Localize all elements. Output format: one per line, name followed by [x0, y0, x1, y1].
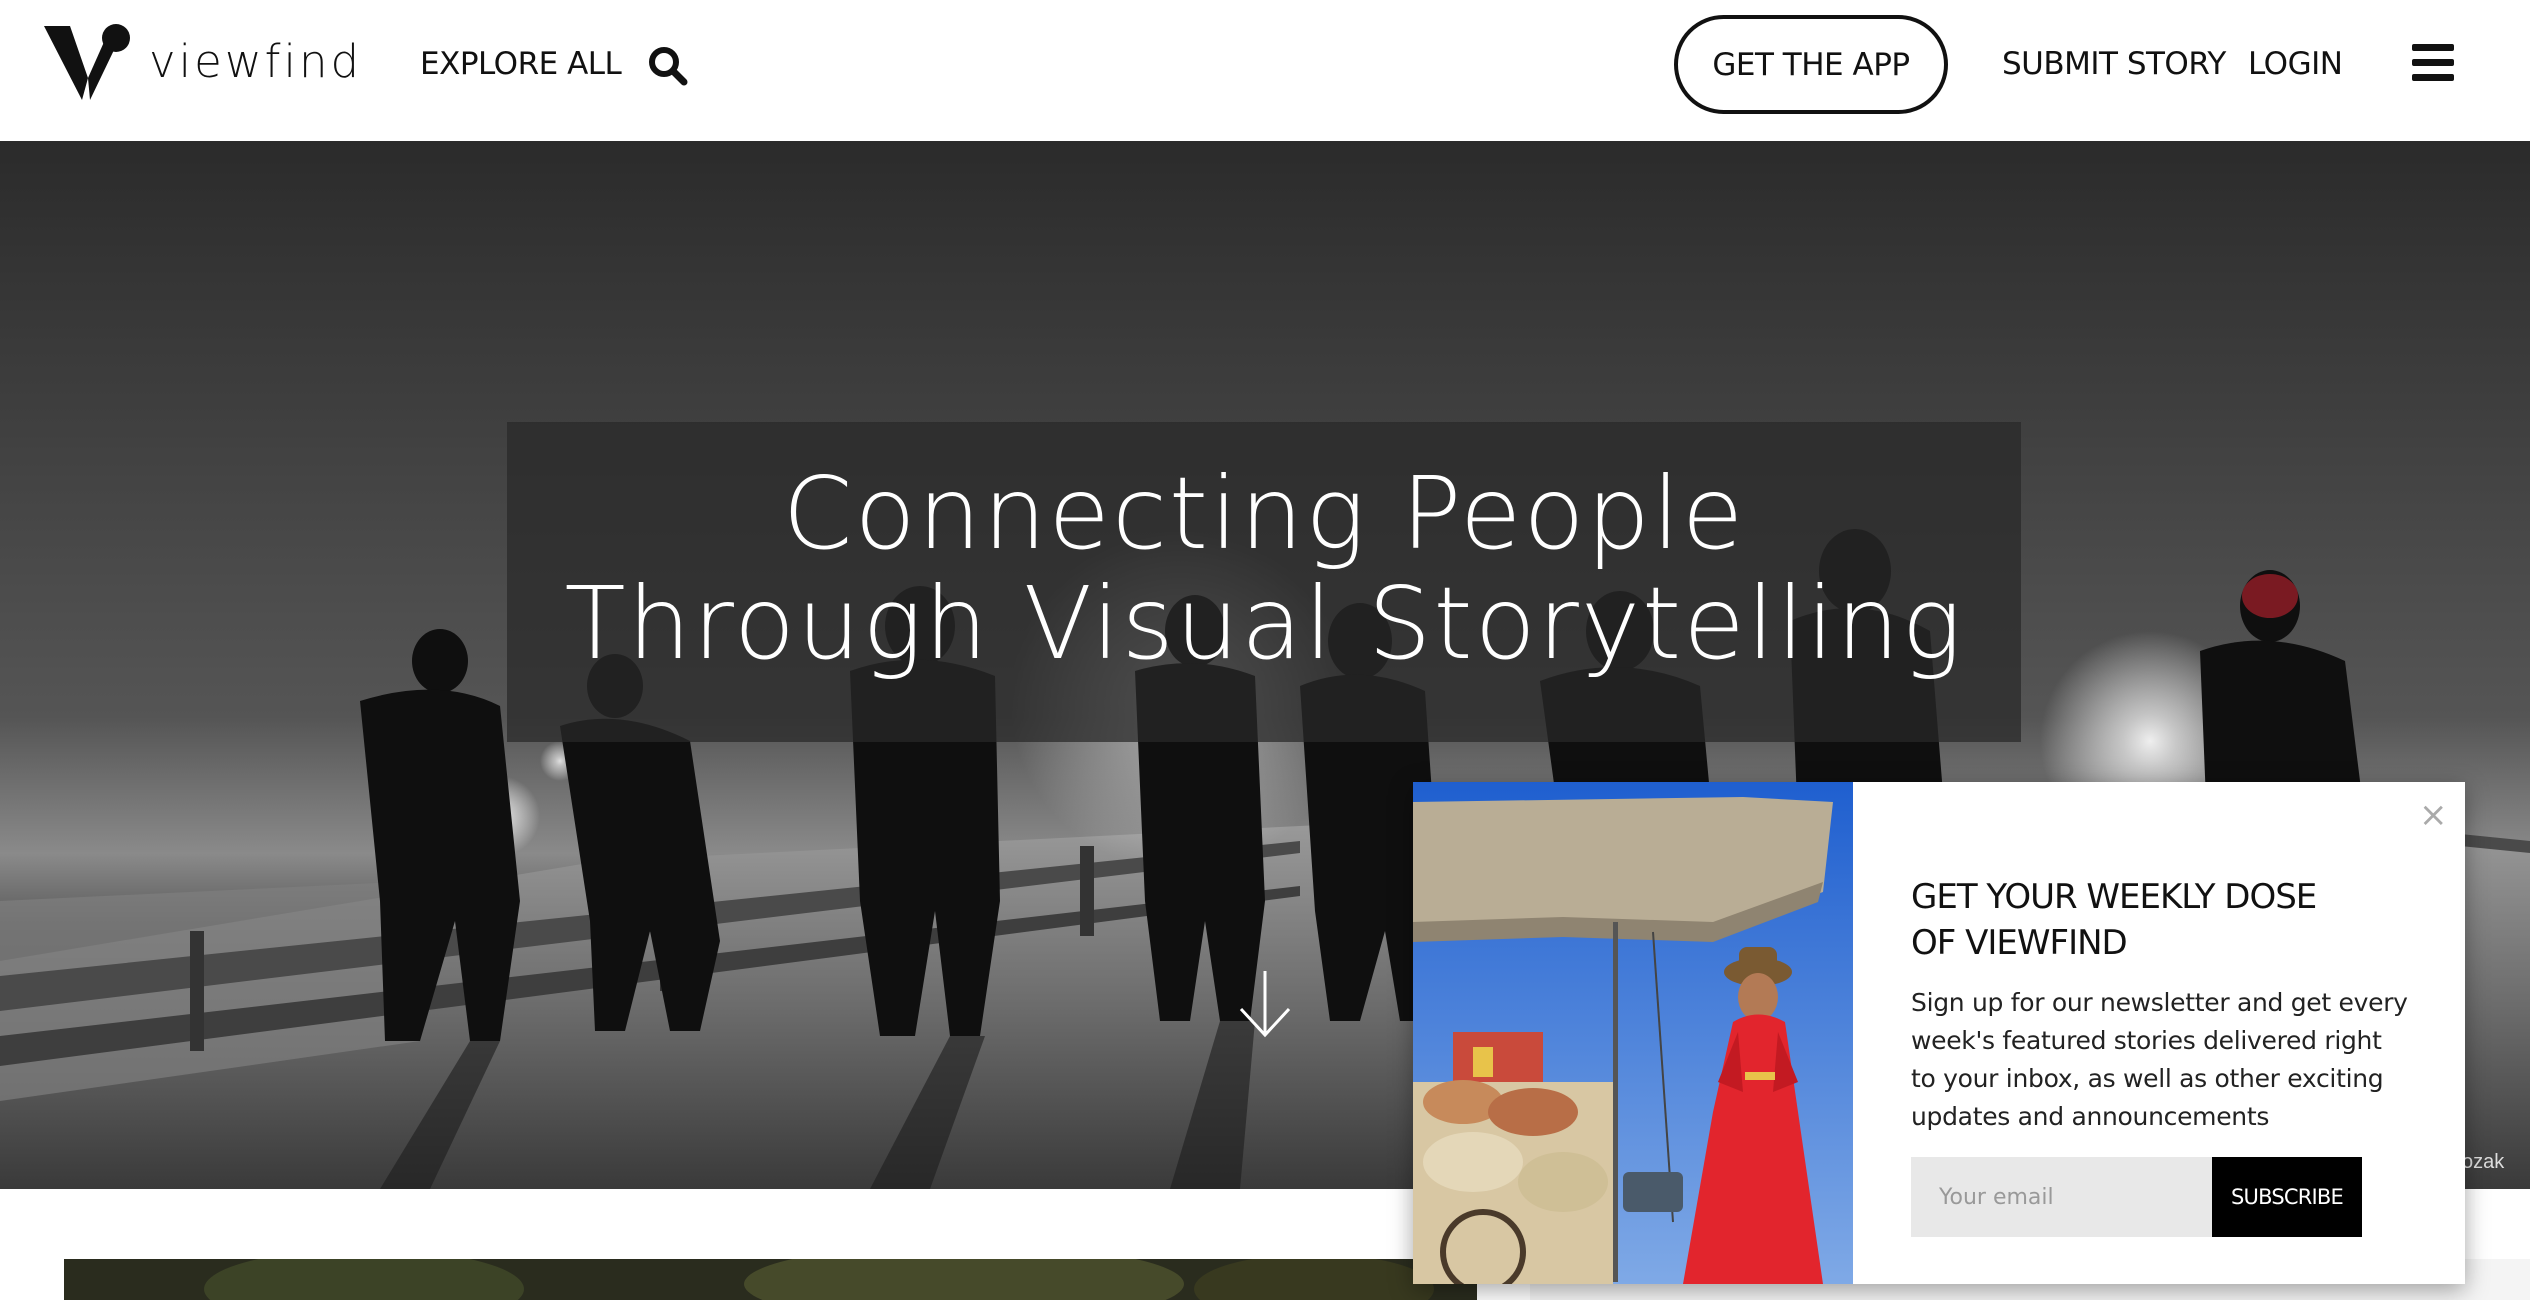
viewfind-logo-icon	[44, 24, 130, 100]
story-card[interactable]	[64, 1259, 1477, 1300]
headline-line-1: Connecting People	[782, 455, 1746, 572]
explore-all-link[interactable]: EXPLORE ALL	[420, 46, 622, 82]
newsletter-popup: × GET YOUR WEEKLY DOSE OF VIEWFIND Sign …	[1413, 782, 2465, 1284]
photo-credit: ozak	[2462, 1151, 2505, 1173]
email-input[interactable]	[1911, 1157, 2212, 1237]
get-the-app-button[interactable]: GET THE APP	[1674, 15, 1948, 114]
newsletter-title-line-2: OF VIEWFIND	[1911, 923, 2128, 963]
viewfind-logo[interactable]: viewfind	[44, 22, 359, 104]
hero-headline: Connecting People Through Visual Storyte…	[507, 459, 2021, 679]
newsletter-title: GET YOUR WEEKLY DOSE OF VIEWFIND	[1911, 874, 2351, 966]
top-navigation-bar: viewfind EXPLORE ALL GET THE APP SUBMIT …	[0, 0, 2530, 141]
search-icon[interactable]	[648, 46, 688, 86]
close-popup-button[interactable]: ×	[2419, 798, 2448, 832]
submit-story-link[interactable]: SUBMIT STORY	[2002, 46, 2226, 82]
hamburger-menu-icon[interactable]	[2412, 44, 2454, 82]
scroll-down-arrow-icon[interactable]	[1237, 969, 1293, 1039]
story-card-image	[64, 1259, 1477, 1300]
brand-name: viewfind	[149, 35, 363, 88]
newsletter-description: Sign up for our newsletter and get every…	[1911, 988, 2408, 1131]
headline-line-2: Through Visual Storytelling	[564, 565, 1964, 682]
newsletter-popup-image	[1413, 782, 1853, 1284]
get-the-app-label: GET THE APP	[1712, 46, 1910, 83]
newsletter-title-line-1: GET YOUR WEEKLY DOSE	[1911, 877, 2317, 917]
login-link[interactable]: LOGIN	[2248, 46, 2343, 82]
subscribe-button[interactable]: SUBSCRIBE	[2212, 1157, 2362, 1237]
